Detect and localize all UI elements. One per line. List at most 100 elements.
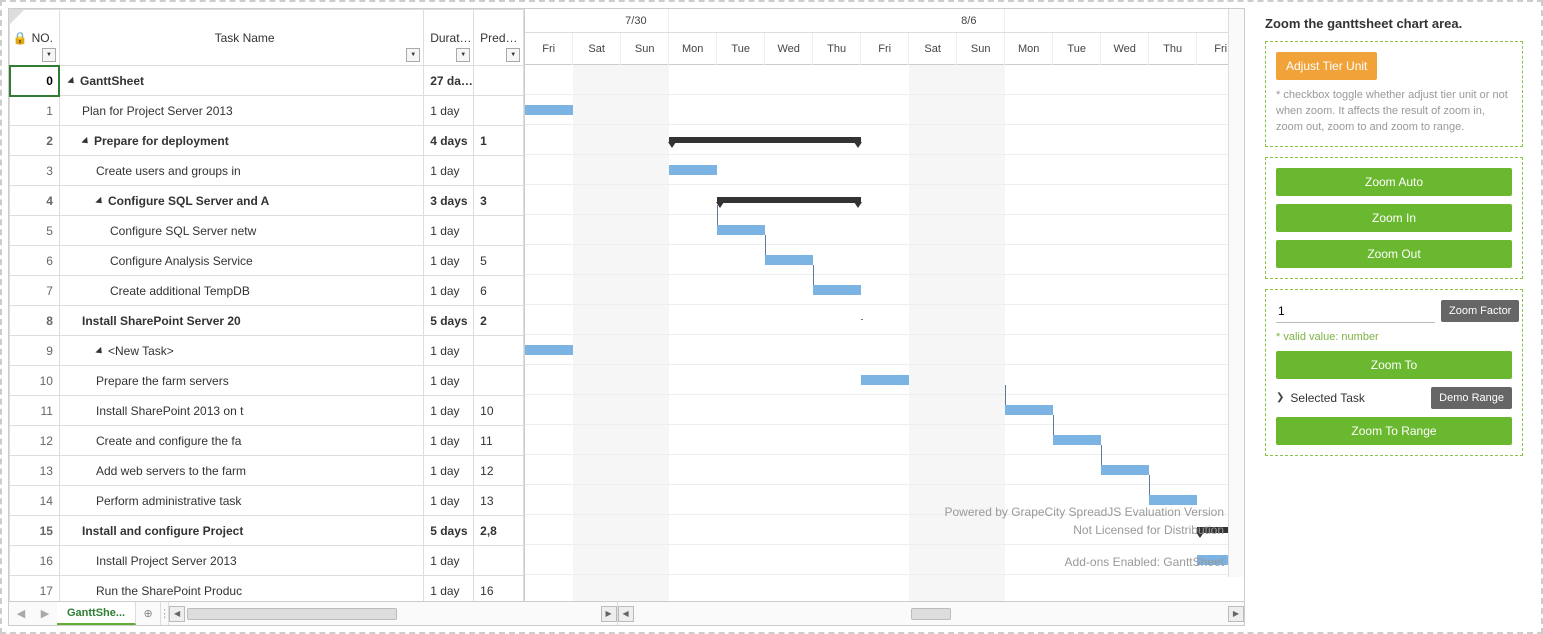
vertical-scrollbar[interactable] bbox=[1228, 9, 1244, 577]
predecessors-cell[interactable] bbox=[474, 546, 524, 576]
duration-cell[interactable]: 1 day bbox=[424, 426, 474, 456]
gantt-row[interactable] bbox=[525, 335, 1244, 365]
predecessors-cell[interactable] bbox=[474, 66, 524, 96]
adjust-tier-unit-button[interactable]: Adjust Tier Unit bbox=[1276, 52, 1377, 80]
gantt-row[interactable] bbox=[525, 425, 1244, 455]
select-all-triangle[interactable] bbox=[10, 10, 24, 24]
row-number-cell[interactable]: 3 bbox=[10, 156, 60, 186]
col-header-predecessors[interactable]: Predecessors ▼ bbox=[474, 10, 524, 66]
task-bar[interactable] bbox=[765, 255, 813, 265]
filter-icon[interactable]: ▼ bbox=[506, 48, 520, 62]
task-name-cell[interactable]: Plan for Project Server 2013 bbox=[59, 96, 423, 126]
row-number-cell[interactable]: 13 bbox=[10, 456, 60, 486]
task-name-cell[interactable]: Prepare for deployment bbox=[59, 126, 423, 156]
gantt-row[interactable] bbox=[525, 215, 1244, 245]
task-bar[interactable] bbox=[525, 345, 573, 355]
duration-cell[interactable]: 1 day bbox=[424, 486, 474, 516]
duration-cell[interactable]: 1 day bbox=[424, 246, 474, 276]
expand-caret-icon[interactable] bbox=[95, 346, 104, 355]
expand-caret-icon[interactable] bbox=[81, 136, 90, 145]
table-row[interactable]: 17Run the SharePoint Produc1 day16 bbox=[10, 576, 524, 602]
col-header-task[interactable]: Task Name ▼ bbox=[59, 10, 423, 66]
task-bar[interactable] bbox=[717, 225, 765, 235]
tab-nav-next[interactable]: ▶ bbox=[33, 602, 57, 625]
table-row[interactable]: 1Plan for Project Server 20131 day bbox=[10, 96, 524, 126]
task-bar[interactable] bbox=[1101, 465, 1149, 475]
task-bar[interactable] bbox=[1053, 435, 1101, 445]
table-row[interactable]: 13Add web servers to the farm1 day12 bbox=[10, 456, 524, 486]
table-row[interactable]: 5Configure SQL Server netw1 day bbox=[10, 216, 524, 246]
row-number-cell[interactable]: 17 bbox=[10, 576, 60, 602]
filter-icon[interactable]: ▼ bbox=[406, 48, 420, 62]
predecessors-cell[interactable] bbox=[474, 156, 524, 186]
task-name-cell[interactable]: Run the SharePoint Produc bbox=[59, 576, 423, 602]
zoom-out-button[interactable]: Zoom Out bbox=[1276, 240, 1512, 268]
table-row[interactable]: 7Create additional TempDB1 day6 bbox=[10, 276, 524, 306]
predecessors-cell[interactable]: 3 bbox=[474, 186, 524, 216]
row-number-cell[interactable]: 0 bbox=[10, 66, 60, 96]
table-row[interactable]: 0GanttSheet27 days bbox=[10, 66, 524, 96]
gantt-row[interactable] bbox=[525, 395, 1244, 425]
row-number-cell[interactable]: 11 bbox=[10, 396, 60, 426]
table-row[interactable]: 8Install SharePoint Server 205 days2 bbox=[10, 306, 524, 336]
task-name-cell[interactable]: Install SharePoint Server 20 bbox=[59, 306, 423, 336]
predecessors-cell[interactable] bbox=[474, 336, 524, 366]
scroll-right-icon[interactable]: ▶ bbox=[1228, 606, 1244, 622]
zoom-to-range-button[interactable]: Zoom To Range bbox=[1276, 417, 1512, 445]
predecessors-cell[interactable]: 11 bbox=[474, 426, 524, 456]
gantt-chart[interactable]: 7/308/6 FriSatSunMonTueWedThuFriSatSunMo… bbox=[525, 9, 1244, 601]
task-name-cell[interactable]: Configure Analysis Service bbox=[59, 246, 423, 276]
duration-cell[interactable]: 5 days bbox=[424, 306, 474, 336]
task-name-cell[interactable]: Create additional TempDB bbox=[59, 276, 423, 306]
duration-cell[interactable]: 1 day bbox=[424, 336, 474, 366]
predecessors-cell[interactable]: 2 bbox=[474, 306, 524, 336]
gantt-row[interactable] bbox=[525, 305, 1244, 335]
row-number-cell[interactable]: 14 bbox=[10, 486, 60, 516]
task-name-cell[interactable]: Install SharePoint 2013 on t bbox=[59, 396, 423, 426]
task-bar[interactable] bbox=[669, 165, 717, 175]
predecessors-cell[interactable]: 16 bbox=[474, 576, 524, 602]
predecessors-cell[interactable] bbox=[474, 216, 524, 246]
expand-caret-icon[interactable] bbox=[67, 76, 76, 85]
row-number-cell[interactable]: 5 bbox=[10, 216, 60, 246]
row-number-cell[interactable]: 8 bbox=[10, 306, 60, 336]
predecessors-cell[interactable]: 12 bbox=[474, 456, 524, 486]
predecessors-cell[interactable] bbox=[474, 96, 524, 126]
row-number-cell[interactable]: 1 bbox=[10, 96, 60, 126]
task-name-cell[interactable]: <New Task> bbox=[59, 336, 423, 366]
table-row[interactable]: 2Prepare for deployment4 days1 bbox=[10, 126, 524, 156]
row-number-cell[interactable]: 10 bbox=[10, 366, 60, 396]
task-name-cell[interactable]: Prepare the farm servers bbox=[59, 366, 423, 396]
table-row[interactable]: 6Configure Analysis Service1 day5 bbox=[10, 246, 524, 276]
predecessors-cell[interactable]: 2,8 bbox=[474, 516, 524, 546]
duration-cell[interactable]: 1 day bbox=[424, 456, 474, 486]
col-header-no[interactable]: 🔒NO. ▼ bbox=[10, 10, 60, 66]
zoom-factor-input[interactable] bbox=[1276, 300, 1435, 323]
add-sheet-button[interactable]: ⊕ bbox=[136, 602, 160, 625]
predecessors-cell[interactable]: 13 bbox=[474, 486, 524, 516]
scroll-right-icon[interactable]: ▶ bbox=[601, 606, 617, 622]
duration-cell[interactable]: 3 days bbox=[424, 186, 474, 216]
table-row[interactable]: 12Create and configure the fa1 day11 bbox=[10, 426, 524, 456]
task-name-cell[interactable]: Create users and groups in bbox=[59, 156, 423, 186]
duration-cell[interactable]: 1 day bbox=[424, 216, 474, 246]
filter-icon[interactable]: ▼ bbox=[456, 48, 470, 62]
row-number-cell[interactable]: 16 bbox=[10, 546, 60, 576]
task-name-cell[interactable]: GanttSheet bbox=[59, 66, 423, 96]
predecessors-cell[interactable] bbox=[474, 366, 524, 396]
task-bar[interactable] bbox=[813, 285, 861, 295]
duration-cell[interactable]: 1 day bbox=[424, 156, 474, 186]
task-name-cell[interactable]: Configure SQL Server and A bbox=[59, 186, 423, 216]
tab-nav-prev[interactable]: ◀ bbox=[9, 602, 33, 625]
task-name-cell[interactable]: Install and configure Project bbox=[59, 516, 423, 546]
task-name-cell[interactable]: Install Project Server 2013 bbox=[59, 546, 423, 576]
task-name-cell[interactable]: Configure SQL Server netw bbox=[59, 216, 423, 246]
gantt-row[interactable] bbox=[525, 95, 1244, 125]
col-header-duration[interactable]: Duration ▼ bbox=[424, 10, 474, 66]
row-number-cell[interactable]: 12 bbox=[10, 426, 60, 456]
filter-icon[interactable]: ▼ bbox=[42, 48, 56, 62]
table-row[interactable]: 16Install Project Server 20131 day bbox=[10, 546, 524, 576]
task-bar[interactable] bbox=[525, 105, 573, 115]
row-number-cell[interactable]: 6 bbox=[10, 246, 60, 276]
table-row[interactable]: 9<New Task>1 day bbox=[10, 336, 524, 366]
